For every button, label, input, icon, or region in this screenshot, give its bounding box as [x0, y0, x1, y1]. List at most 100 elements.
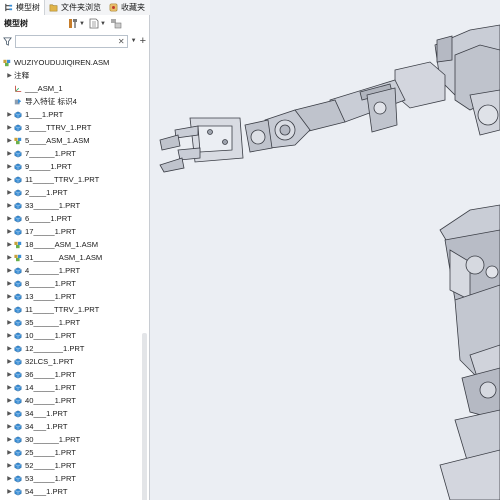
tree-notes[interactable]: ▶ 注释 [0, 69, 149, 82]
expand-icon[interactable]: ▶ [5, 280, 14, 287]
tree-item[interactable]: ▶ 13_____1.PRT [0, 290, 149, 303]
expand-icon[interactable]: ▶ [5, 423, 14, 430]
model-tree-panel: 模型树 ▼ ▼ ✕ ▼ + WUZIYOUDUJIQIREN.ASM ▶ 注释 … [0, 15, 150, 500]
expand-icon[interactable]: ▶ [5, 436, 14, 443]
tree-item[interactable]: ▶ 8______1.PRT [0, 277, 149, 290]
tree-item[interactable]: ▶ 7______1.PRT [0, 147, 149, 160]
expand-icon[interactable]: ▶ [5, 293, 14, 300]
tree-item[interactable]: ▶ 53_____1.PRT [0, 472, 149, 485]
tree-item-label: 1___1.PRT [25, 110, 64, 119]
expand-icon[interactable]: ▶ [5, 176, 14, 183]
expand-icon[interactable]: ▶ [5, 163, 14, 170]
add-icon[interactable]: + [140, 35, 146, 47]
tree-item[interactable]: ▶ 2____1.PRT [0, 186, 149, 199]
tree-item[interactable]: ▶ 3____TTRV_1.PRT [0, 121, 149, 134]
tree-item-label: 53_____1.PRT [25, 474, 76, 483]
tree-item[interactable]: ▶ 17_____1.PRT [0, 225, 149, 238]
tree-item[interactable]: ▶ 32LCS_1.PRT [0, 355, 149, 368]
tree-item[interactable]: ▶ 5____ASM_1.ASM [0, 134, 149, 147]
expand-icon[interactable]: ▶ [5, 384, 14, 391]
tree-item-label: 31______ASM_1.ASM [25, 253, 103, 262]
part-icon [14, 423, 22, 430]
expand-icon[interactable]: ▶ [5, 358, 14, 365]
expand-icon[interactable]: ▶ [5, 462, 14, 469]
tree-root[interactable]: WUZIYOUDUJIQIREN.ASM [0, 56, 149, 69]
expand-icon[interactable]: ▶ [5, 306, 14, 313]
expand-icon[interactable]: ▶ [5, 72, 14, 79]
expand-icon[interactable]: ▶ [5, 475, 14, 482]
expand-icon[interactable]: ▶ [5, 189, 14, 196]
tree-item[interactable]: ▶ 11_____TTRV_1.PRT [0, 303, 149, 316]
scrollbar[interactable] [142, 333, 147, 500]
expand-icon[interactable]: ▶ [5, 254, 14, 261]
model-tree: WUZIYOUDUJIQIREN.ASM ▶ 注释 ___ASM_1 导入特征 标… [0, 56, 149, 498]
tree-item[interactable]: ▶ 54___1.PRT [0, 485, 149, 498]
expand-icon[interactable]: ▶ [5, 228, 14, 235]
tab-label: 模型树 [16, 3, 40, 12]
expand-icon[interactable]: ▶ [5, 397, 14, 404]
tree-item[interactable]: ▶ 33______1.PRT [0, 199, 149, 212]
clear-icon[interactable]: ✕ [118, 36, 125, 48]
tree-item[interactable]: 导入特征 标识4 [0, 95, 149, 108]
expand-icon[interactable]: ▶ [5, 345, 14, 352]
tab-favorites[interactable]: 收藏夹 [105, 0, 149, 15]
tree-item-label: 11_____TTRV_1.PRT [25, 305, 100, 314]
tab-label: 文件夹浏览 [61, 3, 101, 12]
tree-item-label: 36_____1.PRT [25, 370, 76, 379]
expand-icon[interactable]: ▶ [5, 241, 14, 248]
expand-icon[interactable]: ▶ [5, 111, 14, 118]
tree-item[interactable]: ▶ 9_____1.PRT [0, 160, 149, 173]
filter-icon[interactable] [3, 36, 12, 46]
tree-item[interactable]: ▶ 34___1.PRT [0, 407, 149, 420]
expand-icon[interactable]: ▶ [5, 319, 14, 326]
expand-icon[interactable]: ▶ [5, 267, 14, 274]
expand-icon[interactable]: ▶ [5, 410, 14, 417]
show-button[interactable]: ▼ [89, 17, 106, 30]
tree-item[interactable]: ▶ 52_____1.PRT [0, 459, 149, 472]
expand-icon[interactable]: ▶ [5, 124, 14, 131]
expand-icon[interactable]: ▶ [5, 150, 14, 157]
tree-item[interactable]: ▶ 6_____1.PRT [0, 212, 149, 225]
part-icon [14, 332, 22, 339]
graphics-viewport[interactable] [150, 0, 500, 501]
tree-item-label: 3____TTRV_1.PRT [25, 123, 92, 132]
tree-item[interactable]: ▶ 25_____1.PRT [0, 446, 149, 459]
part-icon [14, 189, 22, 196]
tools-icon [69, 19, 77, 28]
tree-item[interactable]: ▶ 35______1.PRT [0, 316, 149, 329]
expand-icon[interactable]: ▶ [5, 202, 14, 209]
tree-item[interactable]: ▶ 14_____1.PRT [0, 381, 149, 394]
tree-item[interactable]: ▶ 10_____1.PRT [0, 329, 149, 342]
layer-button[interactable] [110, 17, 122, 30]
expand-icon[interactable]: ▶ [5, 332, 14, 339]
tree-item[interactable]: ▶ 4_______1.PRT [0, 264, 149, 277]
expand-icon[interactable]: ▶ [5, 449, 14, 456]
tree-item[interactable]: ▶ 40_____1.PRT [0, 394, 149, 407]
tree-item[interactable]: ▶ 12_______1.PRT [0, 342, 149, 355]
expand-icon[interactable]: ▶ [5, 137, 14, 144]
search-input[interactable]: ✕ [15, 34, 128, 48]
tree-item[interactable]: ___ASM_1 [0, 82, 149, 95]
filter-bar: ✕ ▼ + [0, 32, 149, 50]
tree-item-label: 13_____1.PRT [25, 292, 76, 301]
part-icon [14, 111, 22, 118]
tree-item[interactable]: ▶ 1___1.PRT [0, 108, 149, 121]
tab-folder-browser[interactable]: 文件夹浏览 [45, 0, 105, 15]
tree-item[interactable]: ▶ 11_____TTRV_1.PRT [0, 173, 149, 186]
csys-icon [15, 85, 22, 92]
tree-item[interactable]: ▶ 34___1.PRT [0, 420, 149, 433]
tree-item[interactable]: ▶ 30______1.PRT [0, 433, 149, 446]
expand-icon[interactable]: ▶ [5, 488, 14, 495]
chevron-down-icon: ▼ [99, 20, 106, 27]
tab-label: 收藏夹 [121, 3, 145, 12]
expand-icon[interactable]: ▶ [5, 371, 14, 378]
part-icon [14, 267, 22, 274]
tab-model-tree[interactable]: 模型树 [0, 0, 45, 15]
tree-item[interactable]: ▶ 18_____ASM_1.ASM [0, 238, 149, 251]
tree-item[interactable]: ▶ 31______ASM_1.ASM [0, 251, 149, 264]
settings-button[interactable]: ▼ [68, 17, 85, 30]
tree-item-label: 34___1.PRT [25, 409, 68, 418]
chevron-down-icon[interactable]: ▼ [131, 38, 137, 44]
tree-item[interactable]: ▶ 36_____1.PRT [0, 368, 149, 381]
expand-icon[interactable]: ▶ [5, 215, 14, 222]
